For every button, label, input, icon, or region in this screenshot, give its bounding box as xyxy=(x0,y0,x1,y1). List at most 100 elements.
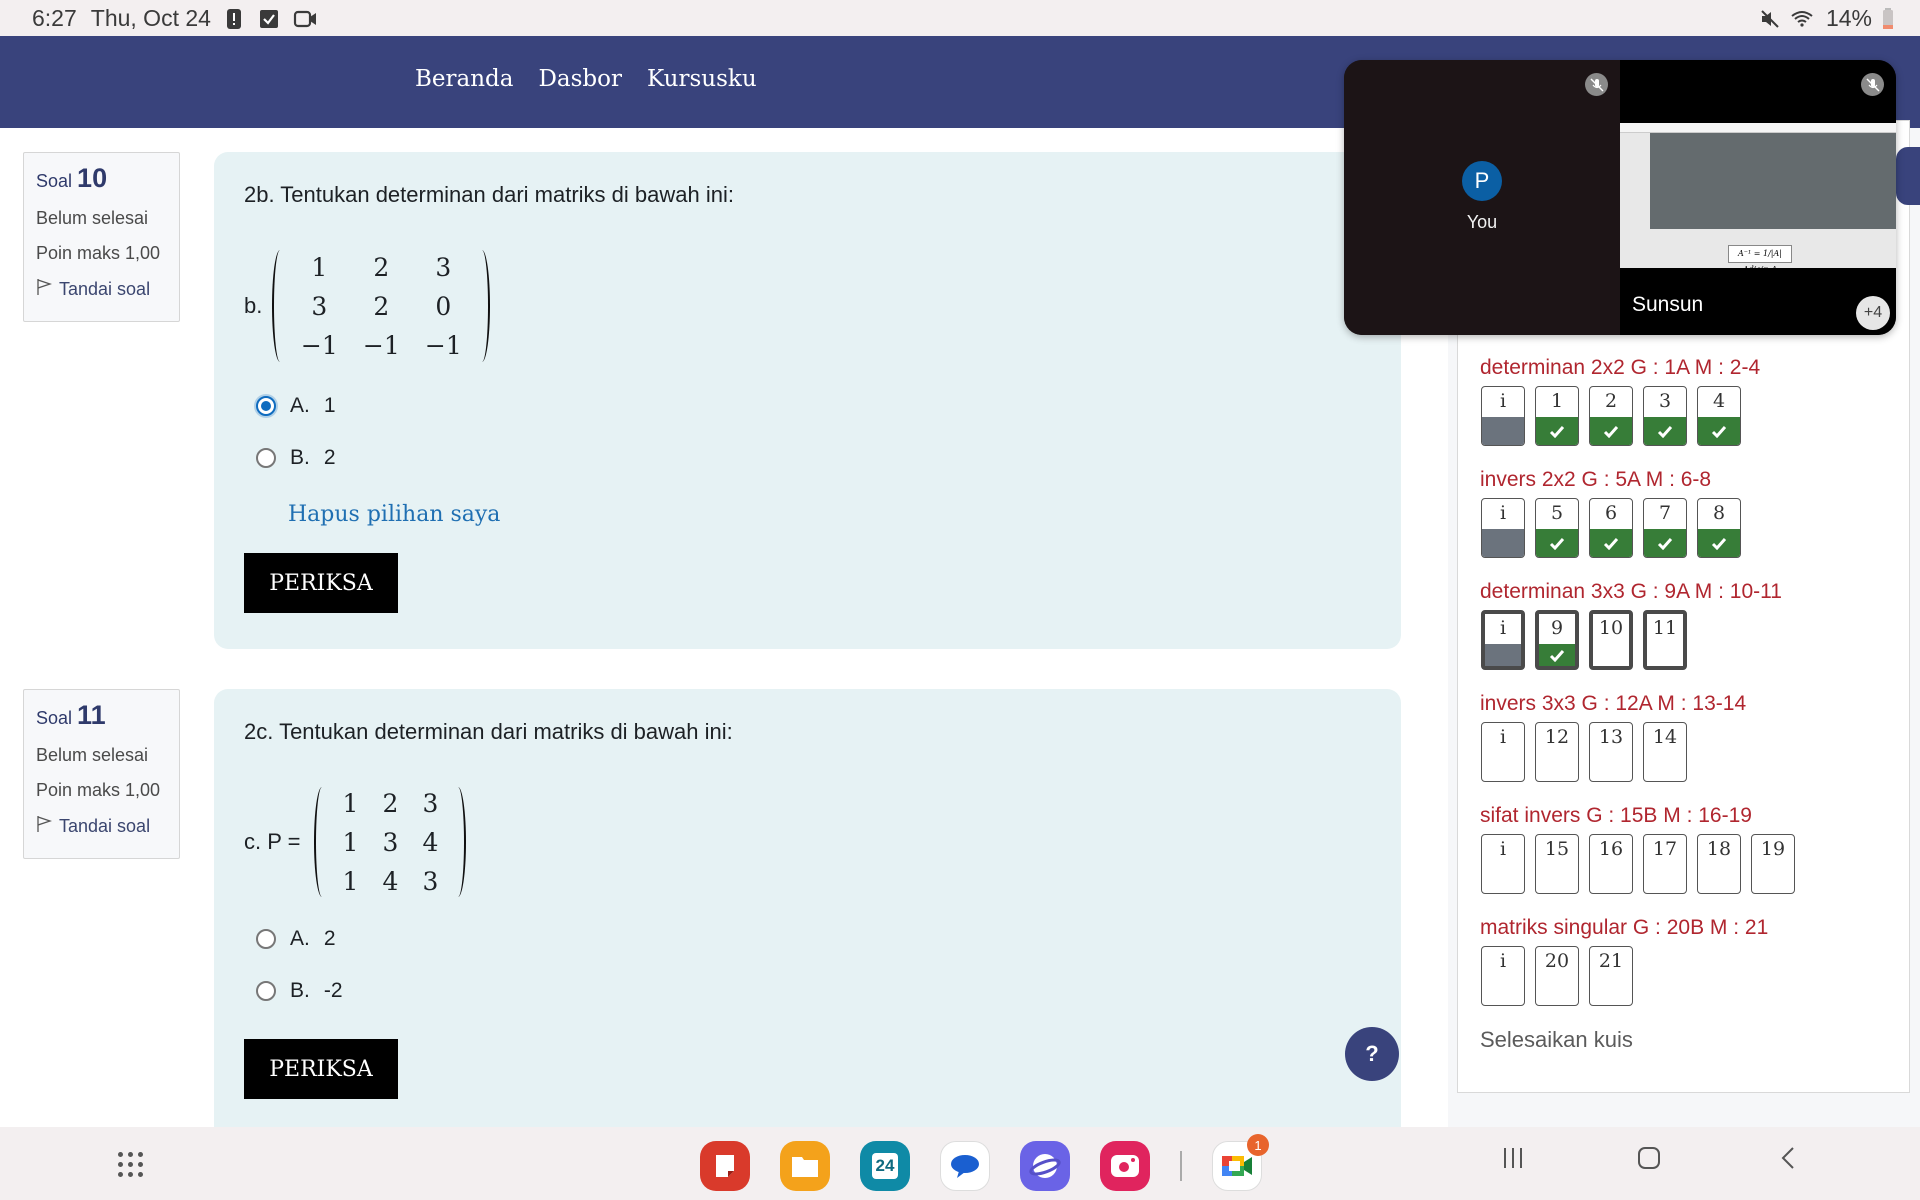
check-icon xyxy=(1644,529,1686,557)
check-button[interactable]: PERIKSA xyxy=(244,553,398,613)
quiz-nav-button-1[interactable]: 1 xyxy=(1535,386,1579,446)
status-bar: 6:27 Thu, Oct 24 14% xyxy=(0,0,1920,36)
quiz-nav-button-i[interactable]: i xyxy=(1481,498,1525,558)
drawer-toggle-tab[interactable] xyxy=(1896,147,1920,205)
back-button[interactable] xyxy=(1776,1145,1802,1179)
flag-question-button[interactable]: Tandai soal xyxy=(36,815,167,838)
quiz-nav-button-15[interactable]: 15 xyxy=(1535,834,1579,894)
quiz-nav-button-label: 18 xyxy=(1706,838,1732,860)
messages-app-icon[interactable] xyxy=(940,1141,990,1191)
question-number: Soal 11 xyxy=(36,700,106,730)
quiz-nav-button-label: i xyxy=(1499,617,1507,639)
home-button[interactable] xyxy=(1636,1145,1662,1179)
quiz-nav-button-label: 7 xyxy=(1658,502,1672,524)
more-participants-badge[interactable]: +4 xyxy=(1856,296,1890,330)
option-a[interactable]: A. 2 xyxy=(256,927,1371,951)
section-title: matriks singular G : 20B M : 21 xyxy=(1480,916,1769,939)
option-b[interactable]: B. -2 xyxy=(256,979,1371,1003)
camera-app-icon[interactable] xyxy=(1100,1141,1150,1191)
flag-question-button[interactable]: Tandai soal xyxy=(36,278,167,301)
question-text: 2b. Tentukan determinan dari matriks di … xyxy=(244,182,734,207)
dock-separator xyxy=(1180,1151,1182,1181)
quiz-nav-button-5[interactable]: 5 xyxy=(1535,498,1579,558)
left-paren xyxy=(272,250,288,362)
quiz-nav-button-4[interactable]: 4 xyxy=(1697,386,1741,446)
option-b[interactable]: B. 2 xyxy=(256,446,1371,470)
question-buttons-row: i 1 2 3 4 xyxy=(1481,386,1741,446)
quiz-nav-button-20[interactable]: 20 xyxy=(1535,946,1579,1006)
question-points: Poin maks 1,00 xyxy=(36,243,161,263)
radio-option-b[interactable] xyxy=(256,448,276,468)
recent-apps-button[interactable] xyxy=(1500,1145,1526,1179)
finish-quiz-link[interactable]: Selesaikan kuis xyxy=(1480,1027,1633,1053)
participant-name: Sunsun xyxy=(1632,293,1704,316)
self-tile[interactable]: P You xyxy=(1344,60,1620,335)
option-a[interactable]: A. 1 xyxy=(256,394,1371,418)
quiz-nav-button-i[interactable]: i xyxy=(1481,386,1525,446)
quiz-nav-button-2[interactable]: 2 xyxy=(1589,386,1633,446)
radio-option-b[interactable] xyxy=(256,981,276,1001)
matrix-cell: −1 xyxy=(300,330,338,360)
quiz-nav-button-label: 3 xyxy=(1658,390,1672,412)
quiz-nav-button-label: i xyxy=(1499,950,1507,972)
status-fill xyxy=(1644,753,1686,781)
quiz-nav-button-11[interactable]: 11 xyxy=(1643,610,1687,670)
status-fill xyxy=(1752,865,1794,893)
nav-link-kursusku[interactable]: Kursusku xyxy=(647,66,757,92)
quiz-nav-button-12[interactable]: 12 xyxy=(1535,722,1579,782)
status-fill xyxy=(1536,977,1578,1005)
notification-badge: 1 xyxy=(1247,1134,1269,1156)
question-buttons-row: i 9 10 11 xyxy=(1481,610,1687,670)
quiz-nav-button-i[interactable]: i xyxy=(1481,610,1525,670)
quiz-nav-button-6[interactable]: 6 xyxy=(1589,498,1633,558)
video-call-overlay[interactable]: P You A⁻¹ = 1/|A| Adjoin A Sunsun +4 xyxy=(1344,60,1896,335)
quiz-nav-button-18[interactable]: 18 xyxy=(1697,834,1741,894)
status-fill xyxy=(1482,417,1524,445)
quiz-nav-button-label: 1 xyxy=(1550,390,1564,412)
radio-option-a[interactable] xyxy=(256,396,276,416)
status-fill xyxy=(1485,644,1521,666)
quiz-nav-button-i[interactable]: i xyxy=(1481,722,1525,782)
wifi-icon xyxy=(1790,8,1816,30)
check-button[interactable]: PERIKSA xyxy=(244,1039,398,1099)
section-title: sifat invers G : 15B M : 16-19 xyxy=(1480,804,1752,827)
calendar-app-icon[interactable]: 24 xyxy=(860,1141,910,1191)
quiz-nav-button-i[interactable]: i xyxy=(1481,946,1525,1006)
app-drawer-icon[interactable] xyxy=(118,1152,144,1178)
quiz-nav-button-13[interactable]: 13 xyxy=(1589,722,1633,782)
quiz-nav-button-10[interactable]: 10 xyxy=(1589,610,1633,670)
status-fill xyxy=(1590,977,1632,1005)
clear-choice-link[interactable]: Hapus pilihan saya xyxy=(288,502,1371,527)
quiz-nav-button-14[interactable]: 14 xyxy=(1643,722,1687,782)
nav-link-beranda[interactable]: Beranda xyxy=(415,66,513,92)
matrix-label: b. xyxy=(244,293,263,318)
nav-link-dasbor[interactable]: Dasbor xyxy=(538,66,622,92)
quiz-nav-button-7[interactable]: 7 xyxy=(1643,498,1687,558)
help-button[interactable]: ? xyxy=(1345,1027,1399,1081)
video-icon xyxy=(293,8,319,30)
quiz-nav-button-label: 17 xyxy=(1652,838,1678,860)
notes-app-icon[interactable] xyxy=(700,1141,750,1191)
radio-option-a[interactable] xyxy=(256,929,276,949)
quiz-nav-button-i[interactable]: i xyxy=(1481,834,1525,894)
check-icon xyxy=(1590,417,1632,445)
internet-app-icon[interactable] xyxy=(1020,1141,1070,1191)
quiz-nav-button-21[interactable]: 21 xyxy=(1589,946,1633,1006)
quiz-nav-button-17[interactable]: 17 xyxy=(1643,834,1687,894)
quiz-nav-button-9[interactable]: 9 xyxy=(1535,610,1579,670)
matrix-cell: 0 xyxy=(435,291,452,321)
quiz-nav-button-8[interactable]: 8 xyxy=(1697,498,1741,558)
meet-app-icon[interactable]: 1 xyxy=(1212,1134,1269,1191)
flag-icon xyxy=(36,815,53,838)
files-app-icon[interactable] xyxy=(780,1141,830,1191)
question-info-11: Soal 11 Belum selesai Poin maks 1,00 Tan… xyxy=(23,689,180,859)
question-buttons-row: i 15 16 17 18 19 xyxy=(1481,834,1795,894)
status-fill xyxy=(1590,865,1632,893)
check-icon xyxy=(1590,529,1632,557)
matrix-cell: 3 xyxy=(422,866,439,896)
flag-icon xyxy=(36,278,53,301)
quiz-nav-button-3[interactable]: 3 xyxy=(1643,386,1687,446)
quiz-nav-button-16[interactable]: 16 xyxy=(1589,834,1633,894)
quiz-nav-button-label: 10 xyxy=(1598,617,1624,639)
quiz-nav-button-19[interactable]: 19 xyxy=(1751,834,1795,894)
